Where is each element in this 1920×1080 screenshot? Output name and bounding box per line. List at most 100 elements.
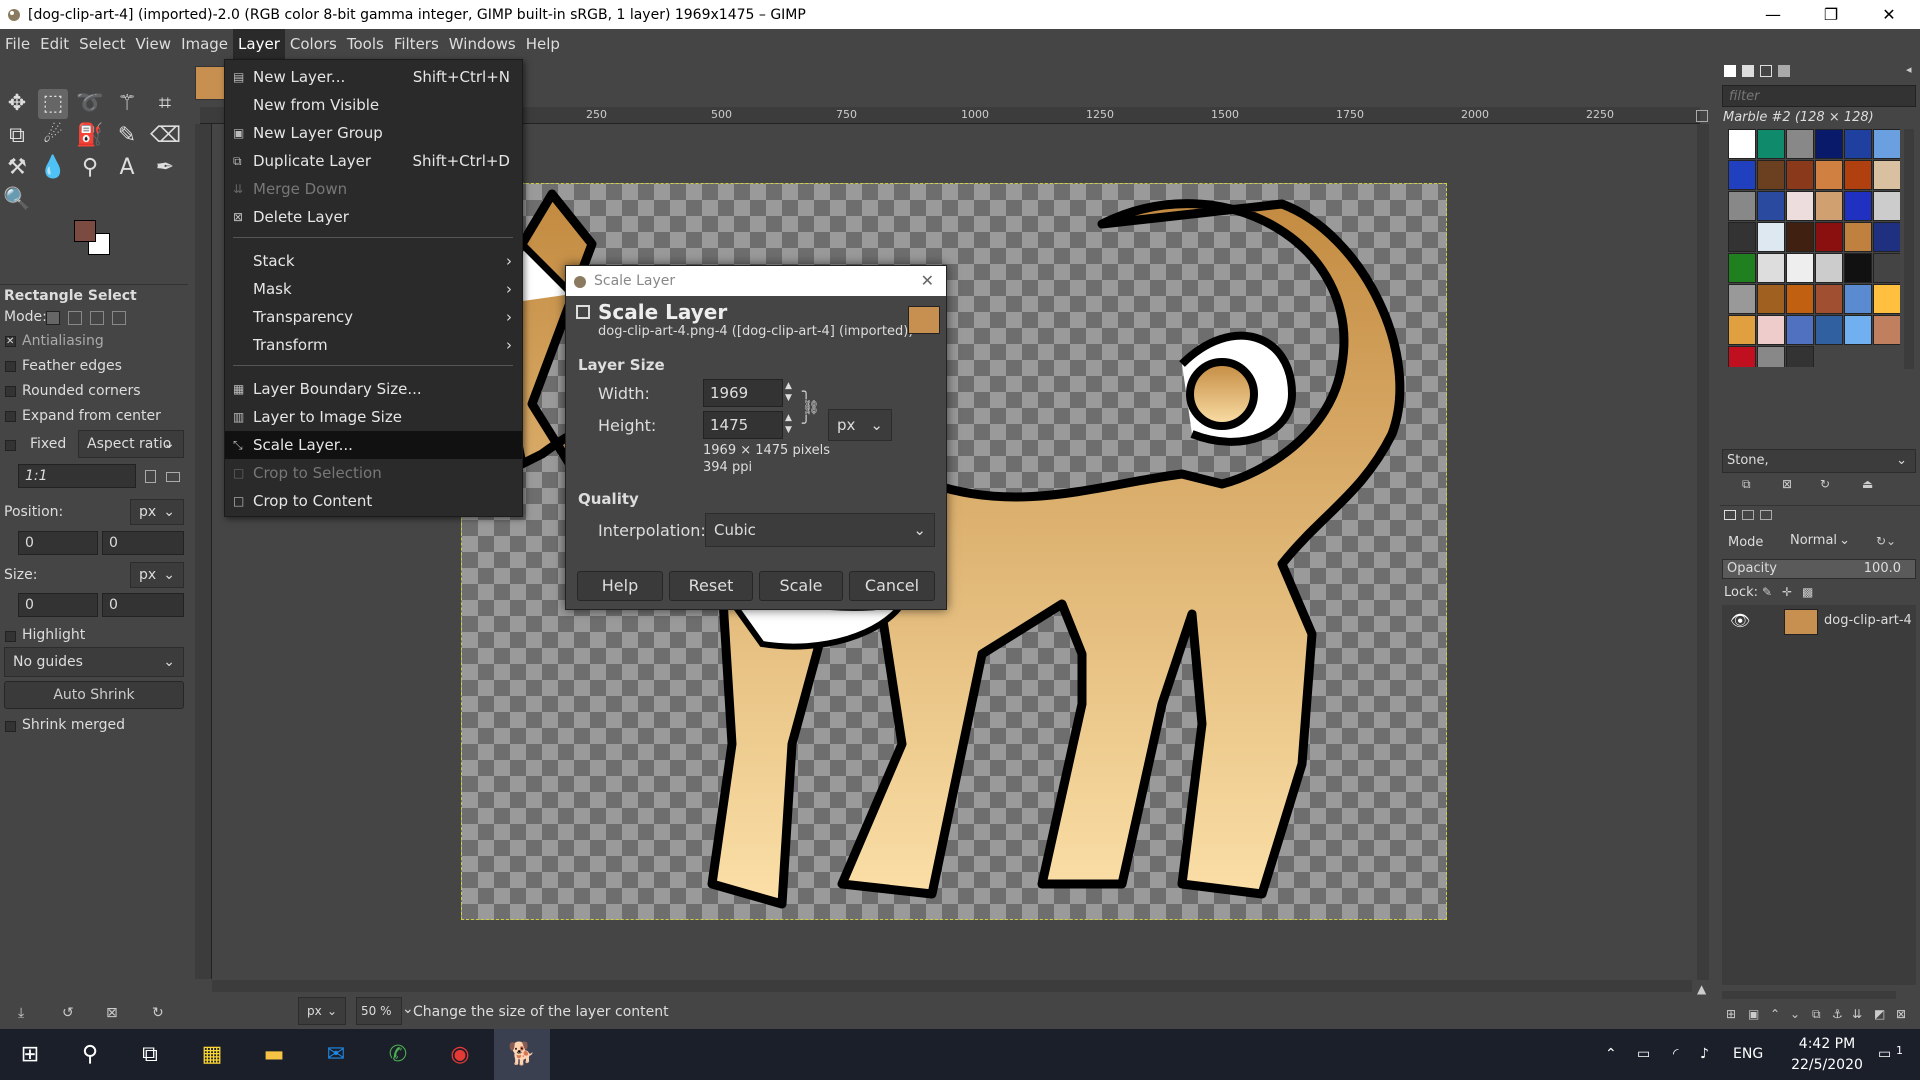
menu-item-new-from-visible[interactable]: New from Visible [225, 91, 522, 119]
open-pattern-icon[interactable]: ⏏ [1862, 477, 1873, 491]
whatsapp-icon[interactable]: ✆ [370, 1029, 426, 1080]
pattern-swatch[interactable] [1873, 129, 1900, 159]
pattern-swatch[interactable] [1844, 129, 1872, 159]
gimp-taskbar-icon[interactable]: 🐕 [494, 1029, 550, 1080]
outlook-icon[interactable]: ✉ [308, 1029, 364, 1080]
pattern-swatch[interactable] [1728, 315, 1756, 345]
pattern-swatch[interactable] [1873, 253, 1900, 283]
pattern-swatch[interactable] [1873, 222, 1900, 252]
menu-item-scale-layer[interactable]: ⤡ Scale Layer... [225, 431, 522, 459]
brushes-tab-icon[interactable] [1724, 65, 1736, 77]
pattern-swatch[interactable] [1728, 253, 1756, 283]
menu-item-mask[interactable]: Mask › [225, 275, 522, 303]
pattern-swatch[interactable] [1757, 346, 1785, 367]
pattern-swatch[interactable] [1786, 253, 1814, 283]
fonts-tab-icon[interactable] [1760, 65, 1772, 77]
battery-icon[interactable]: ▭ [1637, 1029, 1650, 1080]
anchor-layer-icon[interactable]: ⚓ [1832, 1007, 1843, 1021]
mode-replace-icon[interactable] [46, 311, 60, 325]
paintbrush-tool-icon[interactable]: ✎ [112, 121, 142, 151]
delete-pattern-icon[interactable]: ⊠ [1782, 477, 1792, 491]
unit-dropdown[interactable]: px ⌄ [298, 997, 346, 1025]
channels-tab-icon[interactable] [1742, 510, 1754, 520]
fixed-checkbox[interactable] [5, 440, 16, 451]
menu-item-stack[interactable]: Stack › [225, 247, 522, 275]
paths-tab-icon[interactable] [1760, 510, 1772, 520]
reset-button[interactable]: Reset [669, 571, 753, 601]
opacity-slider[interactable]: Opacity 100.0 [1722, 559, 1916, 579]
pattern-swatch[interactable] [1757, 315, 1785, 345]
position-y-input[interactable]: 0 [102, 531, 184, 555]
scale-button[interactable]: Scale [759, 571, 843, 601]
menu-file[interactable]: File [0, 29, 35, 59]
help-button[interactable]: Help [577, 571, 663, 601]
pattern-swatch[interactable] [1815, 284, 1843, 314]
pattern-swatch[interactable] [1757, 191, 1785, 221]
pattern-swatch[interactable] [1757, 284, 1785, 314]
crop-tool-icon[interactable]: ⌗ [150, 89, 180, 119]
maximize-button[interactable]: ❐ [1802, 0, 1860, 29]
color-picker-tool-icon[interactable]: ✒ [150, 153, 180, 183]
move-tool-icon[interactable]: ✥ [2, 89, 32, 119]
zoom-tool-icon[interactable]: 🔍 [2, 185, 32, 215]
width-input[interactable]: 1969 [703, 379, 783, 407]
text-tool-icon[interactable]: A [112, 153, 142, 183]
chrome-icon[interactable]: ◉ [432, 1029, 488, 1080]
raise-layer-icon[interactable]: ⌃ [1770, 1007, 1780, 1021]
menu-select[interactable]: Select [74, 29, 130, 59]
pattern-swatch[interactable] [1786, 284, 1814, 314]
clock-date[interactable]: 22/5/2020 [1782, 1055, 1872, 1075]
layers-tab-icon[interactable] [1724, 510, 1736, 520]
pattern-swatch[interactable] [1844, 222, 1872, 252]
patterns-tab-icon[interactable] [1742, 65, 1754, 77]
pattern-swatch[interactable] [1786, 160, 1814, 190]
lasso-tool-icon[interactable]: ➰ [75, 89, 105, 119]
duplicate-layer-icon[interactable]: ⧉ [1812, 1007, 1821, 1022]
rounded-corners-checkbox[interactable] [5, 386, 16, 397]
file-explorer-icon[interactable]: ▬ [246, 1029, 302, 1080]
pattern-swatch[interactable] [1786, 222, 1814, 252]
mode-add-icon[interactable] [68, 311, 82, 325]
save-tool-preset-icon[interactable]: ⤓ [18, 1005, 24, 1021]
menu-item-delete-layer[interactable]: ⊠ Delete Layer [225, 203, 522, 231]
expand-from-center-checkbox[interactable] [5, 411, 16, 422]
lock-position-icon[interactable]: ✛ [1782, 585, 1792, 599]
landscape-icon[interactable] [166, 472, 180, 482]
pattern-swatch[interactable] [1728, 222, 1756, 252]
pattern-swatch[interactable] [1844, 284, 1872, 314]
pattern-swatch[interactable] [1873, 160, 1900, 190]
size-y-input[interactable]: 0 [102, 593, 184, 617]
image-thumbnail-icon[interactable] [195, 66, 225, 100]
zoom-chevron-icon[interactable]: ⌄ [402, 1001, 414, 1017]
menu-item-crop-to-content[interactable]: □ Crop to Content [225, 487, 522, 515]
pattern-swatch[interactable] [1728, 191, 1756, 221]
pattern-swatch[interactable] [1844, 315, 1872, 345]
minimize-button[interactable]: — [1744, 0, 1802, 29]
pattern-scrollbar[interactable] [1904, 129, 1914, 369]
menu-item-transparency[interactable]: Transparency › [225, 303, 522, 331]
windows-start-icon[interactable]: ⊞ [2, 1029, 58, 1080]
gradients-tab-icon[interactable] [1778, 65, 1790, 77]
menu-item-layer-to-image-size[interactable]: ▥ Layer to Image Size [225, 403, 522, 431]
foreground-color-swatch[interactable] [74, 220, 96, 242]
smudge-tool-icon[interactable]: 💧 [38, 153, 68, 183]
pattern-filter-input[interactable]: filter [1722, 85, 1916, 107]
rect-select-tool-icon[interactable]: ⬚ [38, 89, 68, 119]
menu-item-transform[interactable]: Transform › [225, 331, 522, 359]
wifi-icon[interactable]: ◜ [1673, 1029, 1678, 1080]
feather-edges-checkbox[interactable] [5, 361, 16, 372]
menu-item-layer-boundary-size[interactable]: ▦ Layer Boundary Size... [225, 375, 522, 403]
mode-subtract-icon[interactable] [90, 311, 104, 325]
pattern-swatch[interactable] [1786, 191, 1814, 221]
reset-tool-options-icon[interactable]: ↻ [152, 1005, 164, 1021]
pattern-grid[interactable] [1720, 127, 1900, 367]
chain-link-icon[interactable]: ╮ ⛓ ╯ [802, 384, 820, 432]
pattern-swatch[interactable] [1844, 253, 1872, 283]
pattern-swatch[interactable] [1873, 315, 1900, 345]
clone-tool-icon[interactable]: ⚒ [2, 153, 32, 183]
menu-item-duplicate-layer[interactable]: ⧉ Duplicate Layer Shift+Ctrl+D [225, 147, 522, 175]
delete-tool-preset-icon[interactable]: ⊠ [106, 1005, 118, 1021]
pattern-swatch[interactable] [1757, 129, 1785, 159]
bucket-fill-tool-icon[interactable]: ⛽ [75, 121, 105, 151]
menu-layer[interactable]: Layer [233, 29, 285, 59]
